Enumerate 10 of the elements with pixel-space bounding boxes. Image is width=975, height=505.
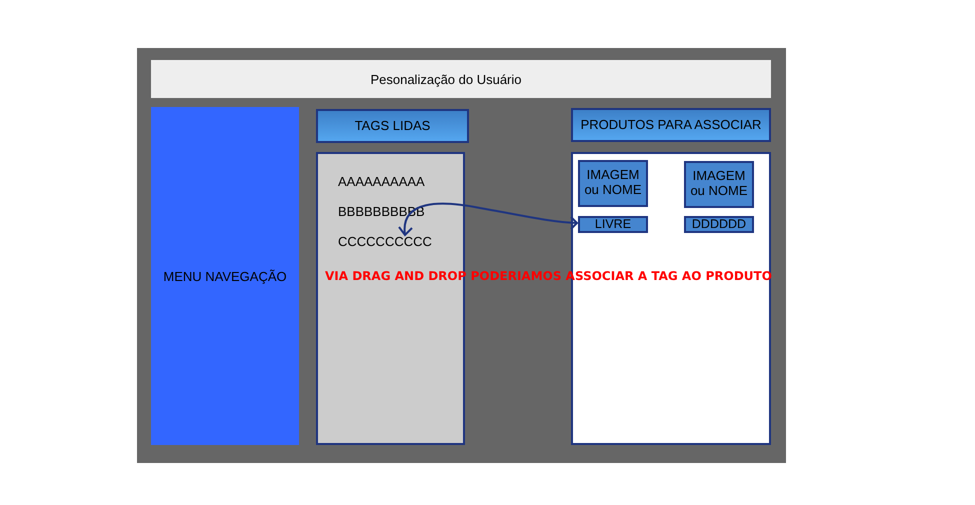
- product-tag[interactable]: DDDDDD: [684, 216, 754, 233]
- products-header: PRODUTOS PARA ASSOCIAR: [571, 108, 771, 142]
- tag-item[interactable]: AAAAAAAAAA: [338, 174, 425, 189]
- tags-header: TAGS LIDAS: [316, 109, 469, 143]
- product-card[interactable]: IMAGEM ou NOME: [684, 160, 754, 208]
- navigation-menu[interactable]: MENU NAVEGAÇÃO: [151, 107, 299, 445]
- product-tag[interactable]: LIVRE: [578, 216, 648, 233]
- tag-item[interactable]: CCCCCCCCCC: [338, 234, 432, 249]
- page-title: Pesonalização do Usuário: [151, 60, 771, 98]
- product-card[interactable]: IMAGEM ou NOME: [578, 160, 648, 207]
